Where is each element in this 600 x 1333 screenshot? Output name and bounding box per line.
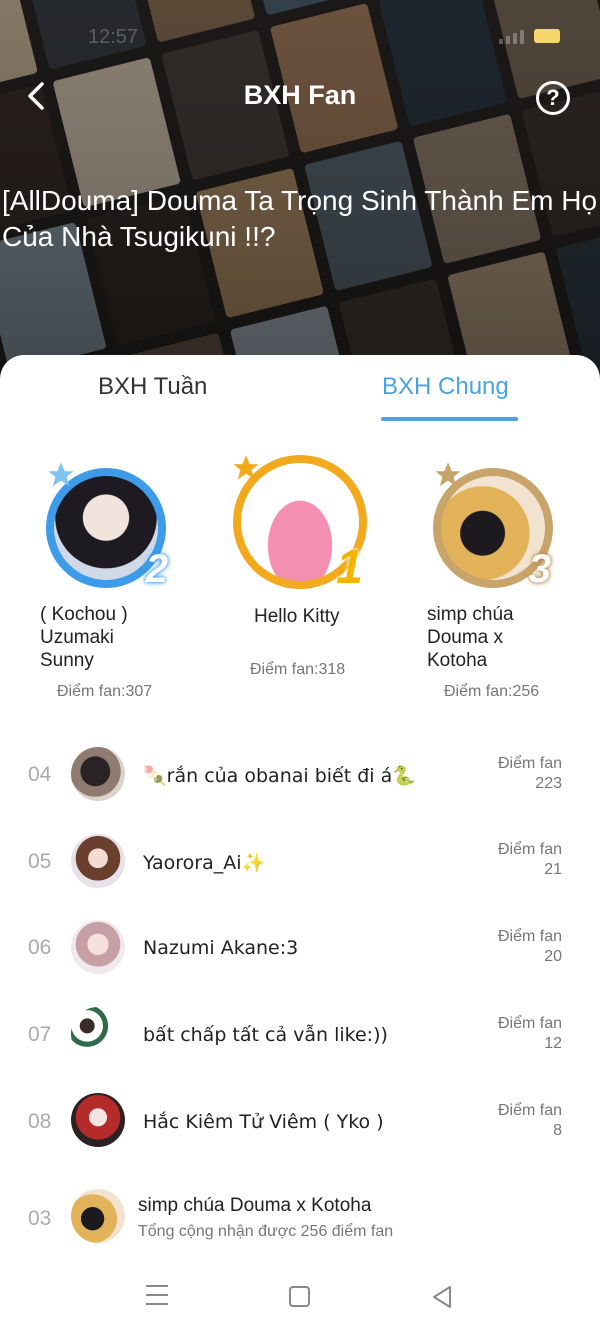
page-title: BXH Fan [243,80,357,110]
rank-badge: 3 [528,547,551,591]
status-time: 12:57 [88,26,139,48]
menu-icon[interactable] [146,1285,168,1305]
list-item[interactable]: 05 Yaorora_Ai✨ Điểm fan 21 [0,819,600,905]
points-value: 21 [544,861,562,878]
list-name: 🍡rắn của obanai biết đi á🐍 [143,765,416,787]
star-icon [435,462,461,487]
podium-points-1: Điểm fan:318 [250,661,346,678]
points-value: 12 [544,1035,562,1052]
podium-name-1: Hello Kitty [254,606,340,627]
system-nav-bar [0,1262,600,1333]
battery-icon [534,29,560,43]
star-icon [48,462,74,487]
story-title: [AllDouma] Douma Ta Trọng Sinh Thành Em … [2,185,598,252]
points-label: Điểm fan [497,841,562,858]
list-name: Hắc Kiêm Tử Viêm ( Yko ) [143,1111,384,1133]
star-icon [233,455,259,480]
avatar [54,476,158,580]
status-bar: 12:57 [0,22,600,52]
podium-name-3: simp chúa Douma x Kotoha [427,604,514,671]
podium-rank-1[interactable]: 1 [233,455,367,594]
podium-points-3: Điểm fan:256 [444,683,540,700]
help-icon[interactable]: ? [536,81,570,115]
avatar [71,834,125,888]
tab-general[interactable]: BXH Chung [382,373,509,401]
list-name: Yaorora_Ai✨ [143,852,266,874]
tab-weekly[interactable]: BXH Tuần [98,373,207,401]
list-rank: 05 [28,850,52,873]
points-value: 223 [535,775,562,792]
list-item[interactable]: 07 bất chấp tất cả vẫn like:)) Điểm fan … [0,992,600,1078]
list-rank: 08 [28,1110,52,1133]
status-indicators [499,28,560,44]
avatar [71,747,125,801]
avatar [71,920,125,974]
list-name: Nazumi Akane:3 [143,937,299,959]
points-label: Điểm fan [497,755,562,772]
active-tab-indicator [381,417,518,421]
my-name: simp chúa Douma x Kotoha [138,1195,372,1216]
podium-rank-2[interactable]: 2 [46,462,168,591]
my-points-summary: Tổng cộng nhận được 256 điểm fan [138,1223,394,1240]
podium-name-2: ( Kochou ) Uzumaki Sunny [40,604,128,671]
list-item[interactable]: 06 Nazumi Akane:3 Điểm fan 20 [0,905,600,991]
signal-icon [499,28,524,44]
my-rank: 03 [28,1207,52,1230]
list-rank: 04 [28,763,52,786]
podium-points-2: Điểm fan:307 [57,683,153,700]
rank-badge: 2 [145,547,168,591]
home-icon[interactable] [289,1286,310,1307]
podium-rank-3[interactable]: 3 [433,462,553,591]
nav-back-icon[interactable] [430,1284,456,1310]
points-label: Điểm fan [497,1015,562,1032]
avatar [71,1093,125,1147]
points-value: 8 [553,1122,562,1139]
points-label: Điểm fan [497,928,562,945]
rank-badge: 1 [336,541,363,594]
header-banner: 12:57 BXH Fan ? [AllDouma] Douma Ta Trọn… [0,0,600,380]
points-label: Điểm fan [497,1102,562,1119]
list-item[interactable]: 08 Hắc Kiêm Tử Viêm ( Yko ) Điểm fan 8 [0,1078,600,1164]
list-name: bất chấp tất cả vẫn like:)) [143,1024,388,1046]
list-item[interactable]: 04 🍡rắn của obanai biết đi á🐍 Điểm fan 2… [0,732,600,818]
points-value: 20 [544,948,562,965]
avatar [71,1189,125,1243]
avatar [71,1007,125,1061]
my-rank-row[interactable]: 03 simp chúa Douma x Kotoha Tổng cộng nh… [0,1180,600,1260]
list-rank: 07 [28,1023,52,1046]
list-rank: 06 [28,936,52,959]
